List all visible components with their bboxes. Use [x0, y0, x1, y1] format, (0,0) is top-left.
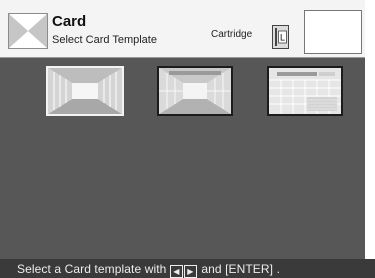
cartridge-icon: L [272, 25, 289, 49]
template-thumbnail-3[interactable] [267, 66, 343, 116]
right-arrow-key-icon: ▶ [183, 265, 197, 278]
page-title: Card [52, 13, 87, 30]
card-icon [8, 13, 48, 49]
cartridge-size-label: L [280, 33, 285, 43]
template-area [0, 58, 365, 259]
status-instruction: Select a Card template with ◀ ▶ and [ENTE… [17, 262, 280, 278]
preview-box [304, 10, 362, 54]
template-thumbnail-1[interactable] [46, 66, 124, 116]
page-subtitle: Select Card Template [52, 34, 157, 46]
status-suffix: . [276, 262, 280, 276]
status-joiner: and [201, 262, 222, 276]
template-thumbnail-2[interactable] [157, 66, 233, 116]
status-bar: Select a Card template with ◀ ▶ and [ENTE… [0, 259, 375, 278]
enter-key-label: [ENTER] [225, 262, 274, 276]
header-bar: Card Select Card Template Cartridge L [0, 0, 365, 58]
left-arrow-key-icon: ◀ [169, 265, 183, 278]
status-prefix: Select a Card template with [17, 262, 167, 276]
cartridge-label: Cartridge [211, 29, 253, 40]
